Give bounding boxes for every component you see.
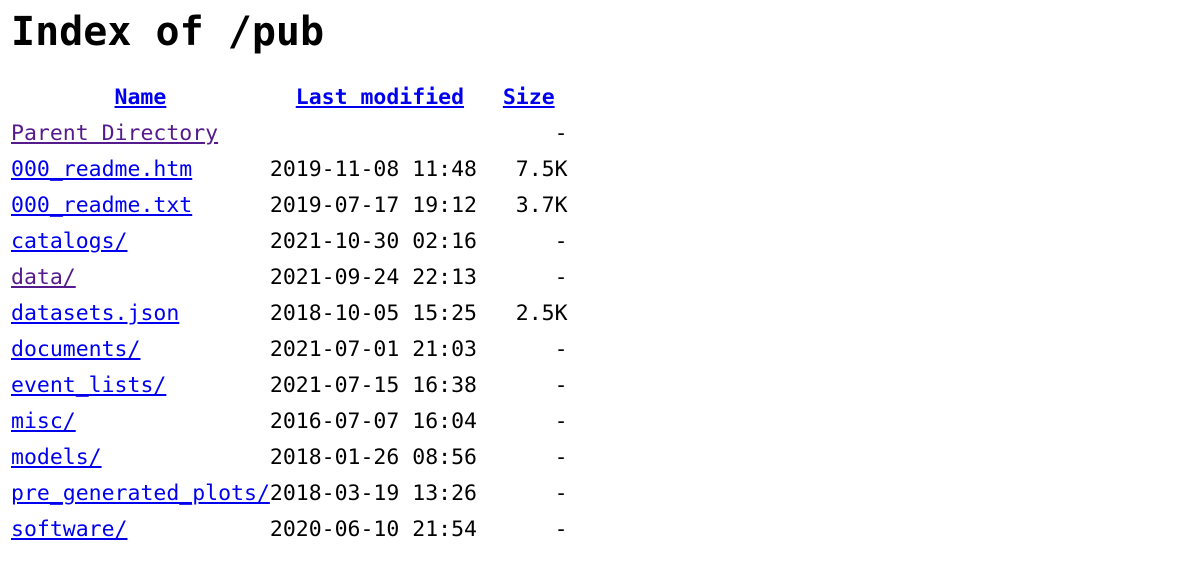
listing-row-name-link[interactable]: documents/	[11, 337, 140, 362]
listing-row-last-modified: 2021-07-15 16:38	[269, 373, 477, 398]
listing-row-size: 3.7K	[515, 193, 568, 218]
listing-row: event_lists/2021-07-15 16:38 -	[11, 368, 1197, 404]
listing-row-size: -	[554, 445, 568, 470]
listing-row-name-cell: misc/	[11, 404, 270, 440]
listing-row-name-cell: models/	[11, 440, 270, 476]
listing-row: data/2021-09-24 22:13 -	[11, 260, 1197, 296]
listing-row-name-cell: 000_readme.txt	[11, 188, 270, 224]
listing-row: 000_readme.txt 2019-07-17 19:12 3.7K	[11, 188, 1197, 224]
listing-row-name-link[interactable]: datasets.json	[11, 301, 179, 326]
directory-listing: Name Last modified Size Parent Directory - 00…	[0, 80, 1197, 548]
listing-row-size: -	[554, 409, 568, 434]
listing-row-name-link[interactable]: 000_readme.txt	[11, 193, 192, 218]
listing-row: documents/2021-07-01 21:03 -	[11, 332, 1197, 368]
column-header-last-modified-cell: Last modified	[270, 80, 490, 116]
listing-row-size: -	[554, 121, 568, 146]
listing-row-size: -	[554, 481, 568, 506]
listing-row-last-modified: 2021-07-01 21:03	[269, 337, 477, 362]
listing-row-last-modified: 2018-10-05 15:25	[269, 301, 477, 326]
listing-row-name-cell: documents/	[11, 332, 270, 368]
listing-row: catalogs/2021-10-30 02:16 -	[11, 224, 1197, 260]
listing-row-last-modified: 2021-09-24 22:13	[269, 265, 477, 290]
listing-row: Parent Directory -	[11, 116, 1197, 152]
listing-row: software/2020-06-10 21:54 -	[11, 512, 1197, 548]
listing-row: misc/2016-07-07 16:04 -	[11, 404, 1197, 440]
listing-row: 000_readme.htm 2019-11-08 11:48 7.5K	[11, 152, 1197, 188]
listing-row-name-cell: catalogs/	[11, 224, 270, 260]
column-header-size-cell: Size	[490, 80, 568, 116]
column-header-name-cell: Name	[11, 80, 270, 116]
listing-row: pre_generated_plots/2018-03-19 13:26 -	[11, 476, 1197, 512]
listing-row-last-modified: 2019-07-17 19:12	[269, 193, 477, 218]
listing-row-size: 2.5K	[515, 301, 568, 326]
listing-row-last-modified: 2020-06-10 21:54	[269, 517, 477, 542]
listing-row-name-link[interactable]: pre_generated_plots/	[11, 481, 270, 506]
listing-header-row: Name Last modified Size	[11, 80, 1197, 116]
listing-row-last-modified: 2021-10-30 02:16	[269, 229, 477, 254]
listing-row-last-modified: 2016-07-07 16:04	[269, 409, 477, 434]
listing-row-size: -	[554, 265, 568, 290]
listing-row-size: -	[554, 229, 568, 254]
column-header-last-modified[interactable]: Last modified	[296, 85, 464, 110]
listing-row-name-cell: Parent Directory	[11, 116, 270, 152]
listing-row-last-modified: 2018-03-19 13:26	[269, 481, 477, 506]
listing-row-name-link[interactable]: data/	[11, 265, 76, 290]
listing-row: datasets.json 2018-10-05 15:25 2.5K	[11, 296, 1197, 332]
listing-row-name-cell: pre_generated_plots/	[11, 476, 270, 512]
listing-row-size: -	[554, 337, 568, 362]
listing-row-name-link[interactable]: models/	[11, 445, 102, 470]
listing-row-size: -	[554, 517, 568, 542]
column-header-size[interactable]: Size	[503, 85, 555, 110]
listing-row-name-link[interactable]: 000_readme.htm	[11, 157, 192, 182]
listing-row-name-cell: data/	[11, 260, 270, 296]
listing-row-name-link[interactable]: software/	[11, 517, 128, 542]
page-title: Index of /pub	[11, 9, 325, 55]
listing-row-name-cell: software/	[11, 512, 270, 548]
listing-row-name-link[interactable]: misc/	[11, 409, 76, 434]
listing-row-name-link[interactable]: event_lists/	[11, 373, 166, 398]
listing-row-name-cell: datasets.json	[11, 296, 270, 332]
listing-row-last-modified: 2019-11-08 11:48	[269, 157, 477, 182]
listing-row: models/2018-01-26 08:56 -	[11, 440, 1197, 476]
listing-row-size: 7.5K	[515, 157, 568, 182]
listing-row-name-link[interactable]: Parent Directory	[11, 121, 218, 146]
listing-row-name-link[interactable]: catalogs/	[11, 229, 128, 254]
column-header-name[interactable]: Name	[115, 85, 167, 110]
listing-row-size: -	[554, 373, 568, 398]
listing-row-last-modified: 2018-01-26 08:56	[269, 445, 477, 470]
listing-row-name-cell: 000_readme.htm	[11, 152, 270, 188]
listing-row-name-cell: event_lists/	[11, 368, 270, 404]
